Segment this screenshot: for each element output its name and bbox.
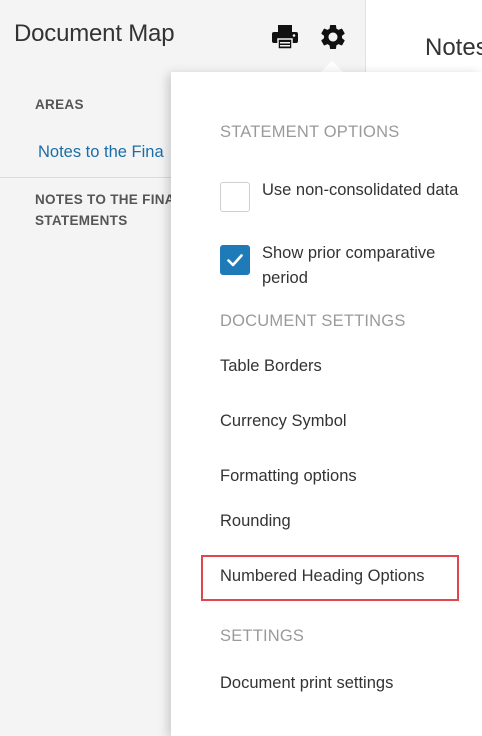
sidebar-title: Document Map [14,20,175,47]
checkbox-prior-period[interactable] [220,245,250,275]
highlight-box [201,555,459,601]
option-use-non-consolidated[interactable]: Use non-consolidated data [220,181,470,232]
menu-item-formatting-options[interactable]: Formatting options [220,467,357,486]
printer-icon [272,25,298,50]
option-label: Show prior comparative period [262,244,436,287]
document-settings-heading: DOCUMENT SETTINGS [220,312,406,330]
menu-item-table-borders[interactable]: Table Borders [220,357,322,376]
checkbox-non-consolidated[interactable] [220,182,250,212]
gear-icon [321,25,345,49]
print-button[interactable] [270,24,300,50]
menu-item-document-print-settings[interactable]: Document print settings [220,674,393,693]
statement-options-heading: STATEMENT OPTIONS [220,123,400,141]
settings-button[interactable] [318,22,348,52]
menu-item-currency-symbol[interactable]: Currency Symbol [220,412,347,431]
settings-heading: SETTINGS [220,627,305,645]
option-show-prior-period[interactable]: Show prior comparative period [220,244,470,295]
areas-heading: AREAS [35,97,84,112]
sidebar-item-notes-link[interactable]: Notes to the Fina [38,143,164,162]
option-label: Use non-consolidated data [262,181,459,199]
main-page-title: Notes [425,34,482,61]
menu-item-rounding[interactable]: Rounding [220,512,291,531]
settings-dropdown-menu: STATEMENT OPTIONS Use non-consolidated d… [171,72,482,736]
checkmark-icon [227,254,243,267]
